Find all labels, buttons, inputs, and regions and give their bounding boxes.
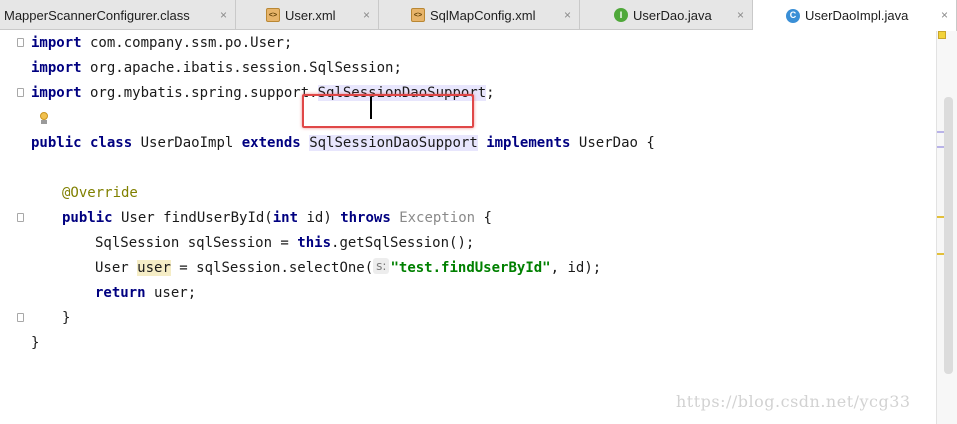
- close-icon[interactable]: ×: [363, 8, 370, 22]
- tab-userdao-java[interactable]: I UserDao.java ×: [580, 0, 753, 30]
- close-icon[interactable]: ×: [564, 8, 571, 22]
- tab-label: MapperScannerConfigurer.class: [4, 7, 190, 23]
- watermark: https://blog.csdn.net/ycg33: [676, 392, 911, 411]
- close-icon[interactable]: ×: [737, 8, 744, 22]
- interface-icon: I: [614, 8, 628, 22]
- tab-label: SqlMapConfig.xml: [430, 7, 536, 23]
- highlight-annotation-box: [302, 94, 474, 128]
- code-line-method-close: }: [62, 310, 71, 326]
- code-line-get-session: SqlSession sqlSession = this.getSqlSessi…: [95, 235, 475, 251]
- tab-label: UserDaoImpl.java: [805, 8, 909, 23]
- vertical-scrollbar[interactable]: [944, 97, 953, 374]
- code-line-annotation: @Override: [62, 185, 138, 201]
- tab-label: UserDao.java: [633, 7, 712, 23]
- tab-userdaoimpl-java[interactable]: C UserDaoImpl.java ×: [753, 0, 957, 31]
- code-line-select-one: User user = sqlSession.selectOne(s: "test…: [95, 258, 602, 276]
- tab-mapperscannerconfigurer-class[interactable]: MapperScannerConfigurer.class ×: [0, 0, 236, 30]
- fold-marker-icon[interactable]: [17, 213, 24, 222]
- inspection-status-icon[interactable]: [938, 31, 946, 39]
- tab-sqlmapconfig-xml[interactable]: <> SqlMapConfig.xml ×: [379, 0, 580, 30]
- code-line-1: import com.company.ssm.po.User;: [31, 35, 293, 51]
- fold-marker-icon[interactable]: [17, 313, 24, 322]
- text-caret: [370, 97, 372, 119]
- editor-gutter: [0, 31, 28, 424]
- fold-marker-icon[interactable]: [17, 38, 24, 47]
- close-icon[interactable]: ×: [220, 8, 227, 22]
- close-icon[interactable]: ×: [941, 8, 948, 22]
- variable-usage-highlight: user: [137, 260, 171, 276]
- superclass-name: SqlSessionDaoSupport: [309, 135, 478, 151]
- code-line-return: return user;: [95, 285, 197, 301]
- editor-tab-bar: MapperScannerConfigurer.class × <> User.…: [0, 0, 957, 31]
- tab-user-xml[interactable]: <> User.xml ×: [236, 0, 379, 30]
- tab-label: User.xml: [285, 7, 336, 23]
- fold-marker-icon[interactable]: [17, 88, 24, 97]
- parameter-hint: s:: [373, 258, 390, 274]
- xml-file-icon: <>: [411, 8, 425, 22]
- code-editor[interactable]: import com.company.ssm.po.User; import o…: [0, 31, 957, 424]
- xml-file-icon: <>: [266, 8, 280, 22]
- code-line-2: import org.apache.ibatis.session.SqlSess…: [31, 60, 402, 76]
- code-line-class-declaration: public class UserDaoImpl extends SqlSess…: [31, 135, 655, 151]
- intention-lightbulb-icon[interactable]: [38, 112, 50, 126]
- code-line-method-signature: public User findUserById(int id) throws …: [62, 210, 492, 226]
- class-icon: C: [786, 8, 800, 23]
- code-line-class-close: }: [31, 335, 40, 351]
